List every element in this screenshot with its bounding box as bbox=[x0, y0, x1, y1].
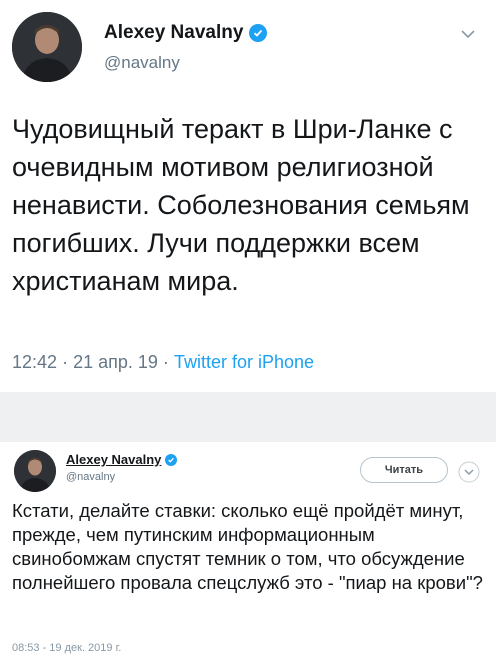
tweet-navalny-december: Alexey Navalny @navalny Читать Кстати, д… bbox=[0, 442, 496, 669]
avatar[interactable] bbox=[14, 450, 56, 492]
author-name-text[interactable]: Alexey Navalny bbox=[66, 452, 161, 467]
meta-separator: · bbox=[162, 352, 169, 372]
author-name[interactable]: Alexey Navalny bbox=[104, 22, 268, 44]
author-name[interactable]: Alexey Navalny bbox=[66, 452, 178, 467]
avatar[interactable] bbox=[12, 12, 82, 82]
tweet-text: Кстати, делайте ставки: сколько ещё прой… bbox=[12, 500, 483, 593]
verified-badge-icon bbox=[249, 24, 268, 42]
author-handle[interactable]: @navalny bbox=[104, 53, 180, 73]
meta-separator: · bbox=[62, 352, 69, 372]
chevron-down-icon[interactable] bbox=[460, 26, 476, 44]
author-handle[interactable]: @navalny bbox=[66, 471, 115, 483]
chevron-down-icon[interactable] bbox=[458, 461, 480, 488]
tweet-timestamp[interactable]: 08:53 - 19 дек. 2019 г. bbox=[12, 642, 121, 654]
tweet-text: Чудовищный теракт в Шри-Ланке с очевидны… bbox=[12, 114, 470, 296]
separator-band bbox=[0, 392, 496, 442]
tweet-date[interactable]: 21 апр. 19 bbox=[73, 352, 158, 372]
verified-badge-icon bbox=[165, 453, 178, 466]
tweet-source-link[interactable]: Twitter for iPhone bbox=[174, 352, 314, 372]
tweet-meta: 12:42 · 21 апр. 19 · Twitter for iPhone bbox=[12, 352, 314, 373]
tweet-time[interactable]: 12:42 bbox=[12, 352, 57, 372]
author-name-text[interactable]: Alexey Navalny bbox=[104, 22, 243, 44]
tweet-navalny-april: Alexey Navalny @navalny Чудовищный терак… bbox=[0, 0, 496, 392]
follow-button[interactable]: Читать bbox=[360, 457, 448, 483]
